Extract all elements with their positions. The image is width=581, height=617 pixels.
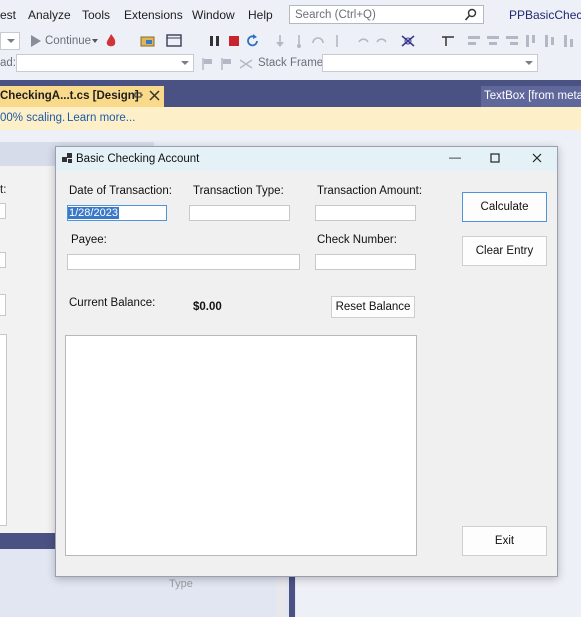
menu-test[interactable]: est — [0, 8, 16, 22]
folder-icon[interactable] — [140, 33, 156, 49]
menu-analyze[interactable]: Analyze — [28, 8, 71, 22]
stack-frame-label: Stack Frame: — [258, 57, 327, 69]
scrollbar[interactable] — [276, 578, 286, 617]
redo-icon[interactable] — [374, 33, 390, 49]
continue-icon[interactable] — [28, 33, 44, 49]
background-listbox — [0, 334, 7, 526]
chevron-down-icon[interactable] — [92, 39, 98, 43]
date-field[interactable]: 1/28/2023 — [67, 205, 167, 221]
check-number-label: Check Number: — [317, 234, 397, 246]
calculate-button[interactable]: Calculate — [462, 192, 547, 222]
step-over-icon[interactable] — [291, 33, 307, 49]
search-input[interactable]: Search (Ctrl+Q) — [289, 5, 484, 24]
scaling-message: 00% scaling. — [0, 112, 66, 124]
menu-help[interactable]: Help — [248, 8, 273, 22]
step-out-icon[interactable] — [310, 33, 326, 49]
tab-textbox-label: TextBox [from metad — [484, 90, 581, 102]
pause-icon[interactable] — [207, 33, 223, 49]
restart-icon[interactable] — [245, 33, 261, 49]
step-back-icon[interactable] — [329, 33, 345, 49]
menu-bar: est Analyze Tools Extensions Window Help… — [0, 0, 581, 30]
background-textbox — [0, 252, 6, 268]
align-center-icon[interactable] — [485, 33, 501, 49]
step-into-icon[interactable] — [272, 33, 288, 49]
format-icon[interactable] — [440, 33, 456, 49]
background-textbox — [0, 203, 6, 219]
menu-tools[interactable]: Tools — [82, 8, 110, 22]
payee-field[interactable] — [67, 254, 300, 270]
transactions-listbox[interactable] — [65, 335, 417, 556]
align-top-icon[interactable] — [523, 33, 539, 49]
transaction-type-label: Transaction Type: — [193, 185, 284, 197]
flag-all-icon[interactable] — [219, 56, 235, 72]
basic-checking-account-form: Basic Checking Account — Date of Transac… — [55, 146, 558, 577]
payee-label: Payee: — [71, 234, 107, 246]
background-form-label: t: — [0, 184, 7, 196]
pin-icon[interactable] — [132, 90, 144, 105]
align-bottom-icon[interactable] — [561, 33, 577, 49]
transaction-amount-field[interactable] — [315, 205, 416, 221]
check-number-field[interactable] — [315, 254, 416, 270]
transaction-amount-label: Transaction Amount: — [317, 185, 423, 197]
type-column-header: Type — [169, 578, 193, 590]
browser-icon[interactable] — [166, 33, 182, 49]
stack-frame-dropdown[interactable] — [322, 54, 538, 72]
align-right-icon[interactable] — [504, 33, 520, 49]
threads-icon[interactable] — [238, 56, 254, 72]
debug-toolbar: Continue — [0, 30, 581, 52]
stop-icon[interactable] — [226, 33, 242, 49]
align-middle-icon[interactable] — [542, 33, 558, 49]
date-label: Date of Transaction: — [69, 185, 172, 197]
close-icon[interactable] — [149, 90, 160, 104]
current-balance-label: Current Balance: — [69, 297, 156, 309]
exit-button[interactable]: Exit — [462, 526, 547, 556]
search-placeholder: Search (Ctrl+Q) — [295, 9, 376, 21]
maximize-icon[interactable] — [488, 152, 502, 166]
continue-button[interactable]: Continue — [45, 35, 91, 47]
exception-icon[interactable] — [400, 33, 416, 49]
clear-entry-button[interactable]: Clear Entry — [462, 236, 547, 266]
search-icon — [464, 8, 478, 25]
form-app-icon — [62, 153, 73, 167]
process-label: ad: — [0, 57, 16, 69]
balance-value: $0.00 — [193, 301, 222, 313]
tab-design-label: CheckingA...t.cs [Design] — [0, 90, 139, 102]
learn-more-link[interactable]: Learn more... — [67, 112, 135, 124]
reset-balance-button[interactable]: Reset Balance — [331, 296, 415, 318]
undo-icon[interactable] — [355, 33, 371, 49]
thread-dropdown[interactable] — [16, 54, 194, 72]
close-window-icon[interactable] — [530, 152, 544, 166]
menu-extensions[interactable]: Extensions — [124, 8, 183, 22]
info-bar: 00% scaling. Learn more... — [0, 107, 581, 130]
hot-reload-icon[interactable] — [103, 33, 119, 49]
transaction-type-field[interactable] — [189, 205, 290, 221]
config-dropdown[interactable] — [0, 32, 20, 50]
tab-textbox-metadata[interactable]: TextBox [from metad — [481, 86, 581, 107]
project-name: PPBasicChecki — [509, 8, 581, 22]
align-left-icon[interactable] — [466, 33, 482, 49]
flag-icon[interactable] — [200, 56, 216, 72]
date-value: 1/28/2023 — [68, 207, 119, 219]
background-button — [0, 294, 6, 316]
tab-design[interactable]: CheckingA...t.cs [Design] — [0, 86, 164, 107]
form-title: Basic Checking Account — [76, 153, 200, 165]
menu-window[interactable]: Window — [192, 8, 235, 22]
debug-location-toolbar: ad: Stack Frame: — [0, 52, 581, 76]
form-titlebar: Basic Checking Account — — [56, 147, 557, 171]
minimize-icon[interactable]: — — [448, 150, 462, 164]
